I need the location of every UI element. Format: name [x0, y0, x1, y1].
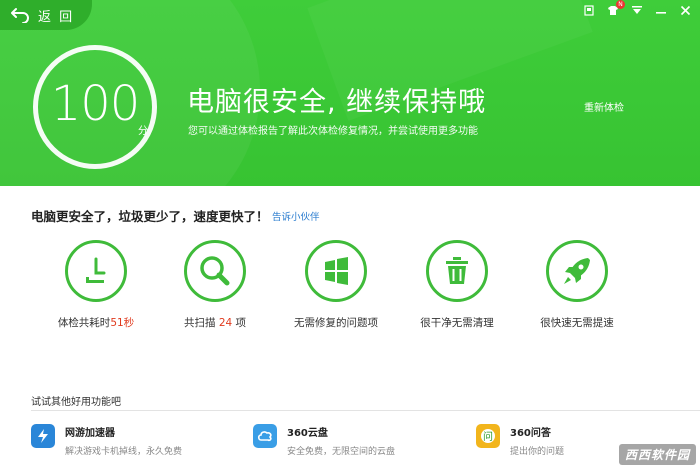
cloud-icon [253, 424, 277, 448]
shirt-icon[interactable]: N [604, 0, 625, 18]
windows-icon [305, 240, 367, 302]
magnifier-icon [184, 240, 246, 302]
stat-scan: 共扫描 24 项 [155, 240, 275, 330]
minimize-icon[interactable] [652, 2, 670, 18]
svg-text:问: 问 [483, 430, 493, 443]
stat-repair: 无需修复的问题项 [276, 240, 396, 330]
tool-game-booster[interactable]: 网游加速器 解决游戏卡机掉线，永久免费 [31, 424, 183, 457]
recheck-button[interactable]: 重新体检 [584, 99, 624, 114]
tool-cloud-disk[interactable]: 360云盘 安全免费，无限空间的云盘 [253, 424, 396, 457]
summary-title: 电脑更安全了，垃圾更少了，速度更快了！ [31, 209, 269, 224]
stat-speed-label: 很快速无需提速 [540, 317, 614, 329]
tool-name: 360问答 [510, 428, 551, 439]
close-icon[interactable] [676, 2, 694, 18]
lightning-icon [31, 424, 55, 448]
stat-time-value: 51秒 [110, 317, 135, 329]
window-controls: N [580, 0, 694, 18]
stat-speed: 很快速无需提速 [517, 240, 637, 330]
rocket-icon [546, 240, 608, 302]
more-tools-title: 试试其他好用功能吧 [31, 397, 121, 408]
notification-badge: N [616, 0, 625, 9]
stats-row: 体检共耗时51秒 共扫描 24 项 无需修复的问题项 很干净无需清理 很快速无需… [0, 240, 700, 340]
back-label: 返 回 [38, 9, 75, 25]
tool-qa[interactable]: 问 360问答 提出你的问题 [476, 424, 565, 457]
tool-desc: 提出你的问题 [510, 447, 565, 457]
result-subline: 您可以通过体检报告了解此次体检修复情况，并尝试使用更多功能 [188, 126, 478, 137]
stat-time: 体检共耗时51秒 [36, 240, 156, 330]
result-header: 返 回 N 100 分 电脑很安全, 继续保持哦 您可以通过体检报告了解此次体检… [0, 0, 700, 186]
clock-icon [65, 240, 127, 302]
stat-scan-label: 共扫描 24 项 [183, 317, 247, 329]
tool-name: 360云盘 [287, 428, 328, 439]
back-button[interactable]: 返 回 [0, 0, 92, 30]
back-arrow-icon [10, 7, 30, 23]
stat-repair-label: 无需修复的问题项 [294, 317, 378, 329]
stat-time-label: 体检共耗时51秒 [57, 317, 135, 329]
question-icon: 问 [476, 424, 500, 448]
score-value: 100 [50, 76, 141, 132]
watermark: 西西软件园 [618, 444, 696, 465]
stat-clean-label: 很干净无需清理 [420, 317, 494, 329]
tool-desc: 解决游戏卡机掉线，永久免费 [65, 447, 183, 457]
stat-scan-value: 24 [218, 317, 233, 329]
skin-icon[interactable] [580, 2, 598, 18]
trash-icon [426, 240, 488, 302]
stat-clean: 很干净无需清理 [397, 240, 517, 330]
share-link[interactable]: 告诉小伙伴 [272, 209, 320, 223]
divider [31, 410, 700, 411]
result-headline: 电脑很安全, 继续保持哦 [187, 87, 487, 118]
tool-name: 网游加速器 [65, 428, 115, 439]
score-unit: 分 [138, 126, 148, 137]
tool-desc: 安全免费，无限空间的云盘 [287, 447, 396, 457]
score-ring: 100 分 [33, 45, 157, 169]
menu-icon[interactable] [628, 2, 646, 18]
